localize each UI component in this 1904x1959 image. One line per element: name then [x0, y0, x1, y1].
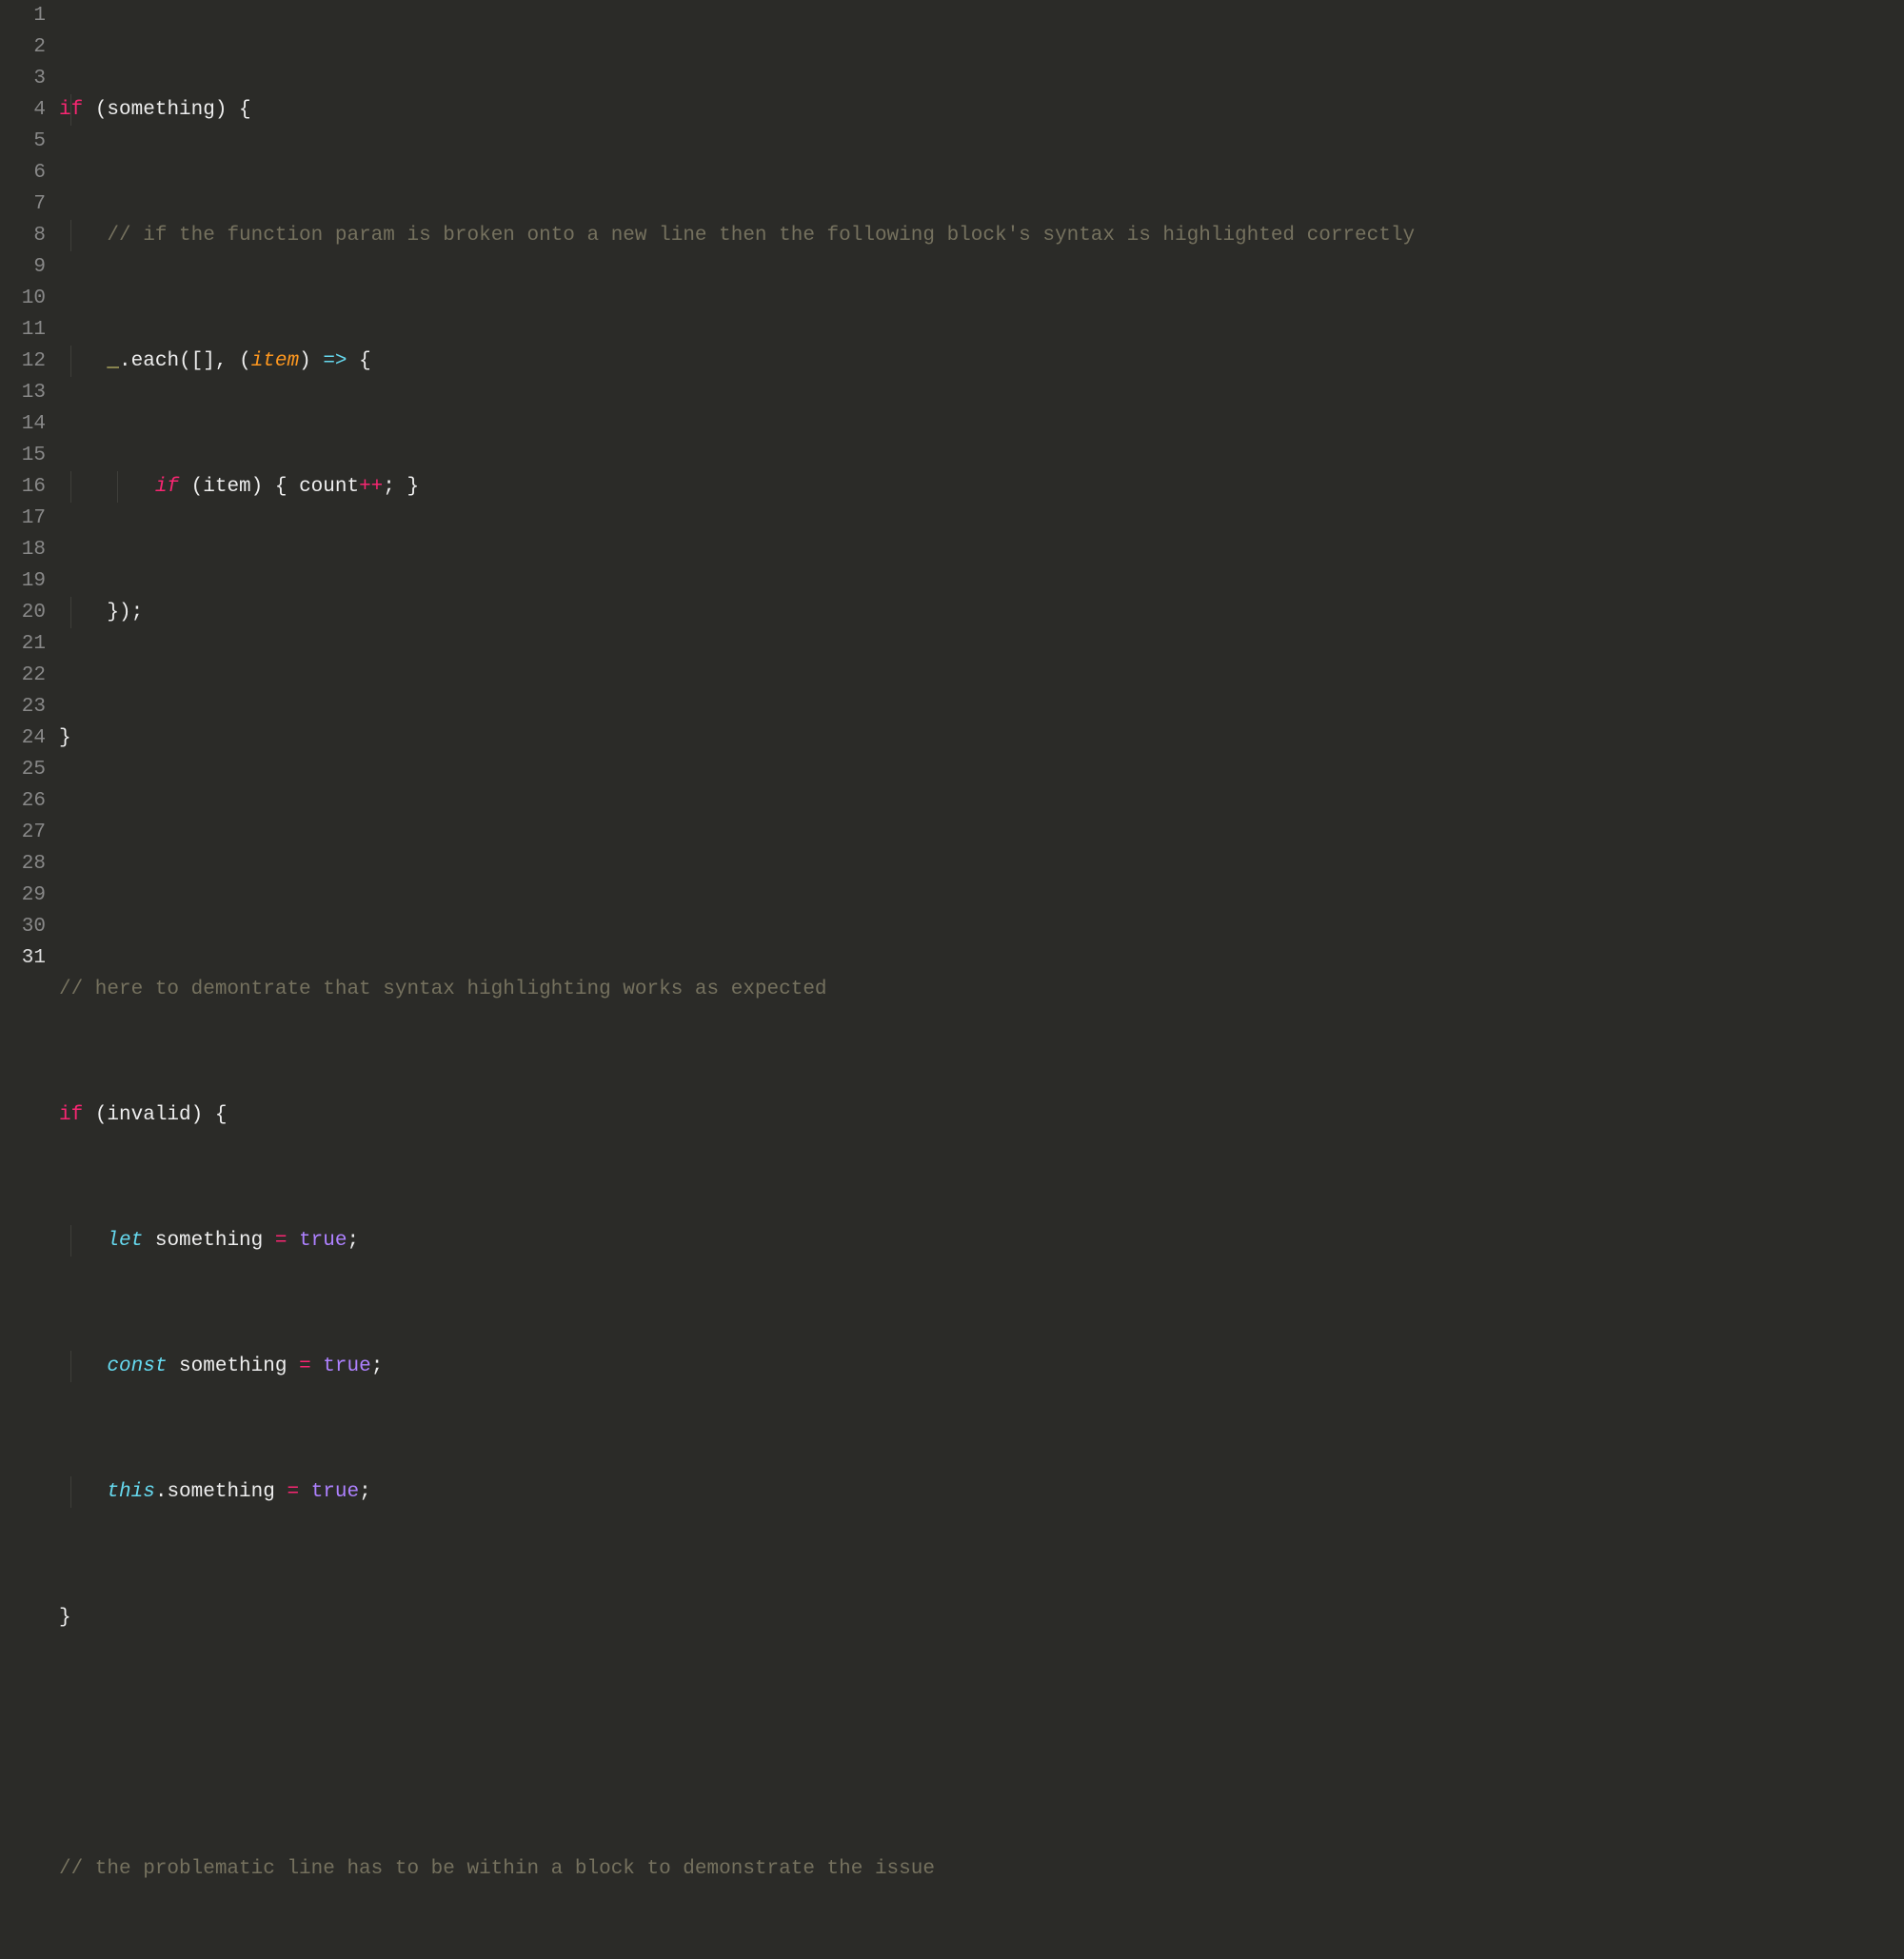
line-number: 24 — [0, 722, 46, 754]
arrow-token: => — [323, 350, 347, 372]
code-editor[interactable]: 1234567891011121314151617181920212223242… — [0, 0, 1904, 980]
keyword-let: let — [107, 1230, 143, 1252]
line-number: 13 — [0, 377, 46, 408]
underscore-lib: _ — [107, 350, 119, 372]
line-number: 10 — [0, 283, 46, 314]
bool-true: true — [299, 1230, 347, 1252]
line-number: 6 — [0, 157, 46, 188]
line-number: 1 — [0, 0, 46, 31]
code-line-empty[interactable] — [59, 1728, 1904, 1759]
line-number: 26 — [0, 785, 46, 817]
line-number: 14 — [0, 408, 46, 440]
code-line-empty[interactable] — [59, 848, 1904, 880]
line-number: 22 — [0, 660, 46, 691]
line-number: 8 — [0, 220, 46, 251]
line-number: 3 — [0, 63, 46, 94]
close-brace: } — [59, 1607, 71, 1629]
line-number: 27 — [0, 817, 46, 848]
code-line[interactable]: const something = true; — [59, 1351, 1904, 1382]
close-callback: }); — [107, 602, 143, 623]
code-line[interactable]: if (something) { — [59, 94, 1904, 126]
keyword-if: if — [59, 1104, 83, 1126]
line-number: 19 — [0, 565, 46, 597]
bool-true: true — [311, 1481, 359, 1503]
line-number: 31 — [0, 942, 46, 974]
line-number: 18 — [0, 534, 46, 565]
keyword-this: this — [107, 1481, 154, 1503]
method-each: each — [131, 350, 179, 372]
code-line[interactable]: // the problematic line has to be within… — [59, 1853, 1904, 1885]
line-number: 29 — [0, 880, 46, 911]
line-number: 20 — [0, 597, 46, 628]
code-line[interactable]: _.each([], (item) => { — [59, 346, 1904, 377]
line-number: 2 — [0, 31, 46, 63]
keyword-if: if — [155, 476, 179, 498]
param-item: item — [251, 350, 299, 372]
line-number: 23 — [0, 691, 46, 722]
line-number: 21 — [0, 628, 46, 660]
line-number: 9 — [0, 251, 46, 283]
comment: // here to demontrate that syntax highli… — [59, 979, 827, 1000]
line-number: 12 — [0, 346, 46, 377]
line-number: 7 — [0, 188, 46, 220]
code-line[interactable]: // if the function param is broken onto … — [59, 220, 1904, 251]
line-number: 25 — [0, 754, 46, 785]
line-number-gutter: 1234567891011121314151617181920212223242… — [0, 0, 59, 980]
line-number: 15 — [0, 440, 46, 471]
comment: // if the function param is broken onto … — [107, 225, 1415, 247]
line-number: 16 — [0, 471, 46, 503]
code-line[interactable]: this.something = true; — [59, 1476, 1904, 1508]
code-line[interactable]: if (item) { count++; } — [59, 471, 1904, 503]
code-line[interactable]: }); — [59, 597, 1904, 628]
condition: (something) — [95, 99, 228, 121]
comment: // the problematic line has to be within… — [59, 1858, 935, 1880]
line-number: 11 — [0, 314, 46, 346]
code-line[interactable]: let something = true; — [59, 1225, 1904, 1257]
line-number: 5 — [0, 126, 46, 157]
code-area[interactable]: if (something) { // if the function para… — [59, 0, 1904, 980]
code-line[interactable]: if (invalid) { — [59, 1099, 1904, 1131]
line-number: 28 — [0, 848, 46, 880]
bool-true: true — [323, 1355, 370, 1377]
code-line[interactable]: // here to demontrate that syntax highli… — [59, 974, 1904, 1005]
line-number: 30 — [0, 911, 46, 942]
code-line[interactable]: } — [59, 1602, 1904, 1633]
operator-inc: ++ — [359, 476, 383, 498]
line-number: 4 — [0, 94, 46, 126]
keyword-const: const — [107, 1355, 167, 1377]
line-number: 17 — [0, 503, 46, 534]
code-line[interactable]: } — [59, 722, 1904, 754]
close-brace: } — [59, 727, 71, 749]
